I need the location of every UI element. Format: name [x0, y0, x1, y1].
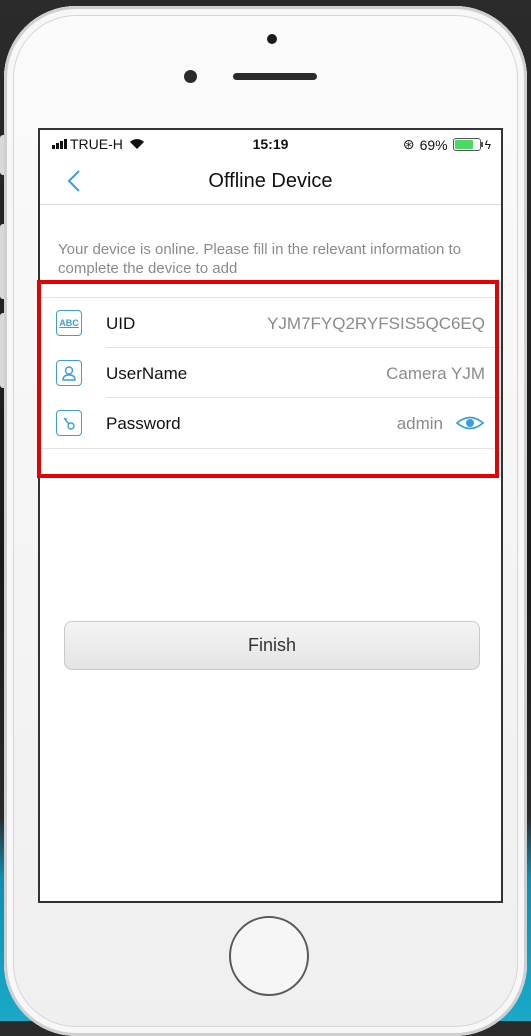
status-right-group: ⊛ 69% ϟ	[403, 136, 491, 153]
nav-bar: Offline Device	[40, 158, 501, 205]
earpiece-speaker	[233, 73, 317, 80]
status-bar: TRUE-H 15:19 ⊛ 69% ϟ	[40, 130, 501, 158]
battery-icon	[452, 138, 483, 151]
charging-bolt-icon: ϟ	[484, 137, 491, 152]
highlight-box	[37, 280, 499, 478]
app-screen: TRUE-H 15:19 ⊛ 69% ϟ Offline Device Your…	[38, 128, 503, 903]
home-button[interactable]	[229, 916, 309, 996]
page-title: Offline Device	[208, 170, 333, 192]
battery-percent: 69%	[419, 136, 448, 153]
info-message: Your device is online. Please fill in th…	[58, 241, 462, 277]
front-camera	[184, 70, 197, 83]
finish-button[interactable]: Finish	[64, 621, 480, 670]
orientation-lock-icon: ⊛	[402, 136, 415, 152]
proximity-sensor	[267, 34, 277, 44]
